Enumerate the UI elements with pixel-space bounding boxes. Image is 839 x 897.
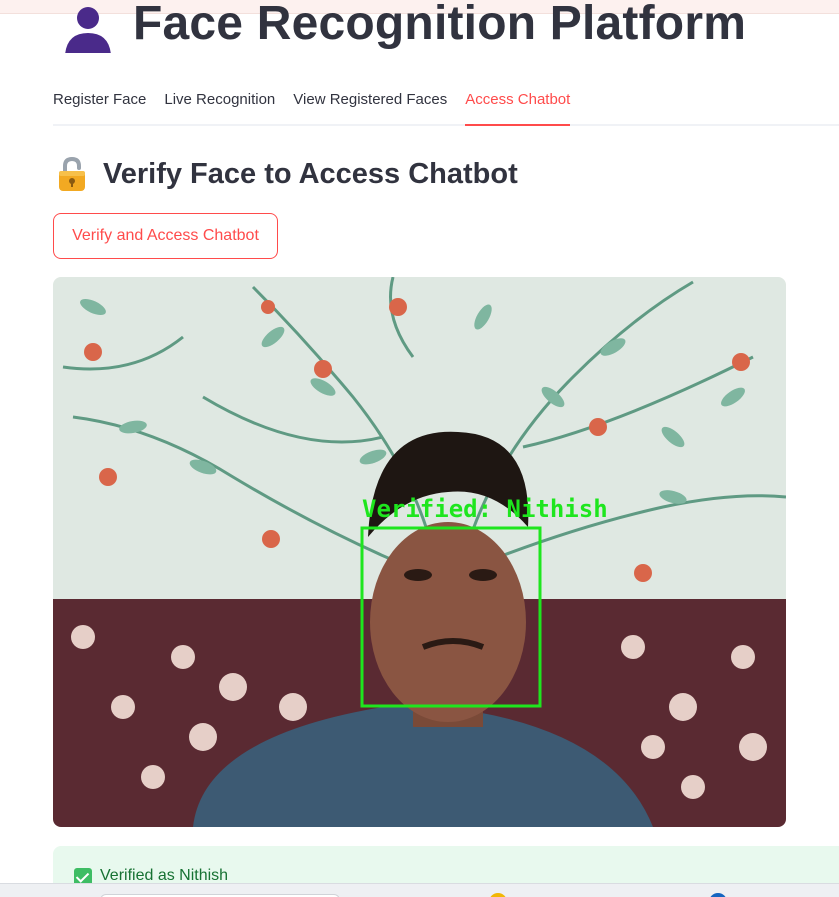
lock-icon xyxy=(56,156,90,192)
tab-view-registered-faces[interactable]: View Registered Faces xyxy=(293,86,447,124)
os-taskbar xyxy=(0,883,839,897)
tab-live-recognition[interactable]: Live Recognition xyxy=(164,86,275,124)
person-face xyxy=(370,522,526,722)
app-header: Face Recognition Platform xyxy=(53,0,746,58)
taskbar-app-icon[interactable] xyxy=(489,893,507,897)
camera-frame: Verified: Nithish xyxy=(53,277,786,827)
taskbar-app-icon[interactable] xyxy=(709,893,727,897)
verify-and-access-chatbot-button[interactable]: Verify and Access Chatbot xyxy=(53,213,278,259)
section-heading: Verify Face to Access Chatbot xyxy=(56,156,518,192)
face-detection-label: Verified: Nithish xyxy=(362,495,608,523)
tab-bar: Register Face Live Recognition View Regi… xyxy=(53,86,839,126)
page-title: Face Recognition Platform xyxy=(133,0,747,50)
user-silhouette-icon xyxy=(53,0,113,55)
section-title: Verify Face to Access Chatbot xyxy=(103,157,518,190)
tab-register-face[interactable]: Register Face xyxy=(53,86,146,124)
tab-access-chatbot[interactable]: Access Chatbot xyxy=(465,86,571,126)
